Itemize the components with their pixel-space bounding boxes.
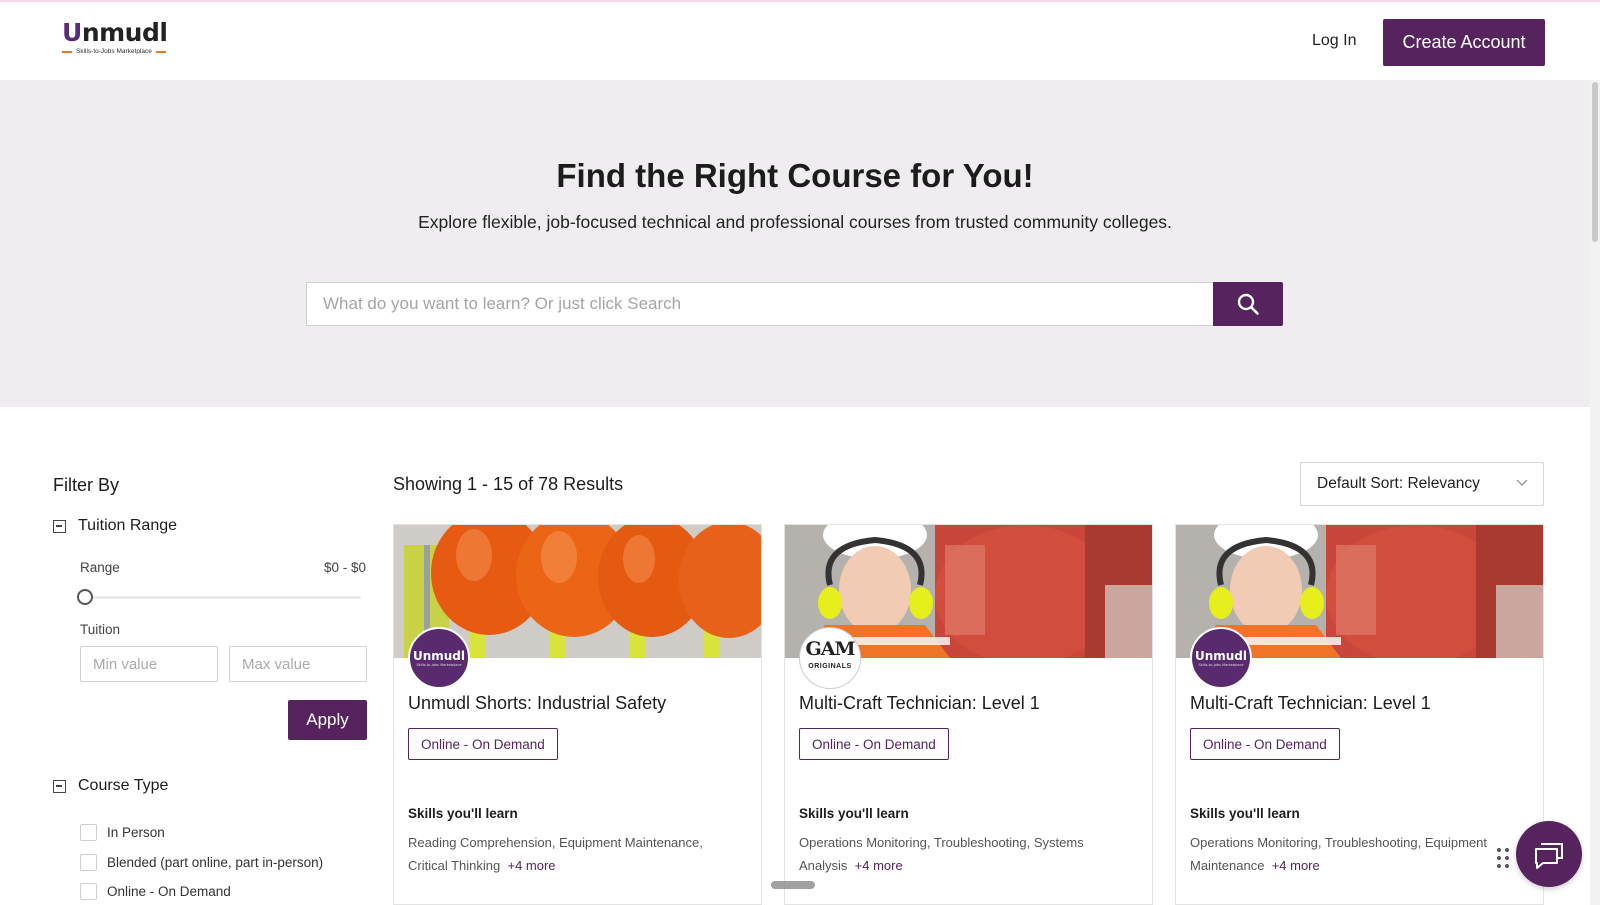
course-type-option-blended[interactable]: Blended (part online, part in-person) [80,854,323,871]
tuition-slider-track[interactable] [85,596,361,599]
skills-heading: Skills you'll learn [799,806,909,821]
skills-list: Reading Comprehension, Equipment Mainten… [408,835,703,873]
logo-wordmark: Unmudl [62,18,168,47]
search-icon [1237,293,1259,315]
skills-heading: Skills you'll learn [408,806,518,821]
course-type-option-online[interactable]: Online - On Demand [80,883,231,900]
option-label: Blended (part online, part in-person) [107,855,324,870]
checkbox[interactable] [80,854,97,871]
chat-button[interactable] [1516,821,1582,887]
sort-label: Default Sort: Relevancy [1317,475,1480,492]
range-label: Range [80,560,120,575]
tuition-range-toggle[interactable]: Tuition Range [53,517,177,535]
max-value-input[interactable] [230,647,366,681]
site-header: Unmudl Skills-to-Jobs Marketplace Log In… [0,2,1600,80]
course-title[interactable]: Multi-Craft Technician: Level 1 [1190,693,1431,714]
provider-logo: Unmudl Skills-to-Jobs Marketplace [1190,627,1252,689]
filter-title: Filter By [53,475,120,495]
chevron-down-icon [1516,479,1528,486]
min-value-input[interactable] [81,647,217,681]
more-skills-link[interactable]: +4 more [1272,858,1320,873]
provider-logo: GAM ORIGINALS [799,627,861,689]
course-type-toggle[interactable]: Course Type [53,777,168,795]
search-input[interactable] [307,283,1214,325]
tuition-slider-handle[interactable] [77,589,93,605]
hero-title: Find the Right Course for You! [556,157,1034,194]
hero-subtitle: Explore flexible, job-focused technical … [418,212,1172,232]
skills-list: Operations Monitoring, Troubleshooting, … [1190,835,1488,873]
delivery-tag: Online - On Demand [408,728,558,760]
more-skills-link[interactable]: +4 more [855,858,903,873]
delivery-tag: Online - On Demand [799,728,949,760]
provider-logo: Unmudl Skills-to-Jobs Marketplace [408,627,470,689]
checkbox[interactable] [80,883,97,900]
range-value: $0 - $0 [323,560,366,575]
course-card[interactable]: Unmudl Skills-to-Jobs Marketplace Multi-… [1175,524,1544,905]
login-link[interactable]: Log In [1312,32,1356,50]
drag-handle[interactable] [771,881,815,889]
min-value-field-wrap [80,646,218,682]
course-type-heading: Course Type [78,777,169,794]
delivery-tag: Online - On Demand [1190,728,1340,760]
chat-icon [1535,843,1563,869]
drag-dots-icon[interactable] [1496,847,1510,869]
search-box [306,282,1214,326]
course-type-option-in-person[interactable]: In Person [80,824,165,841]
apply-button[interactable]: Apply [288,700,367,740]
more-skills-link[interactable]: +4 more [507,858,555,873]
collapse-icon [53,519,66,533]
results-count: Showing 1 - 15 of 78 Results [393,474,624,494]
logo-tagline: Skills-to-Jobs Marketplace [62,48,182,55]
hero-section: Find the Right Course for You! Explore f… [0,80,1590,407]
search-button[interactable] [1213,282,1283,326]
option-label: In Person [107,825,165,840]
course-card[interactable]: GAM ORIGINALS Multi-Craft Technician: Le… [784,524,1153,905]
checkbox[interactable] [80,824,97,841]
course-title[interactable]: Unmudl Shorts: Industrial Safety [408,693,666,714]
tuition-label: Tuition [80,622,121,637]
sort-dropdown[interactable]: Default Sort: Relevancy [1300,462,1544,506]
max-value-field-wrap [229,646,367,682]
skills-list: Operations Monitoring, Troubleshooting, … [799,835,1084,873]
course-card[interactable]: Unmudl Skills-to-Jobs Marketplace Unmudl… [393,524,762,905]
course-title[interactable]: Multi-Craft Technician: Level 1 [799,693,1040,714]
scrollbar-thumb[interactable] [1592,82,1598,242]
collapse-icon [53,779,66,793]
unmudl-logo[interactable]: Unmudl Skills-to-Jobs Marketplace [62,20,182,65]
skills-heading: Skills you'll learn [1190,806,1300,821]
tuition-range-heading: Tuition Range [78,517,178,534]
option-label: Online - On Demand [107,884,231,899]
create-account-button[interactable]: Create Account [1383,19,1545,66]
